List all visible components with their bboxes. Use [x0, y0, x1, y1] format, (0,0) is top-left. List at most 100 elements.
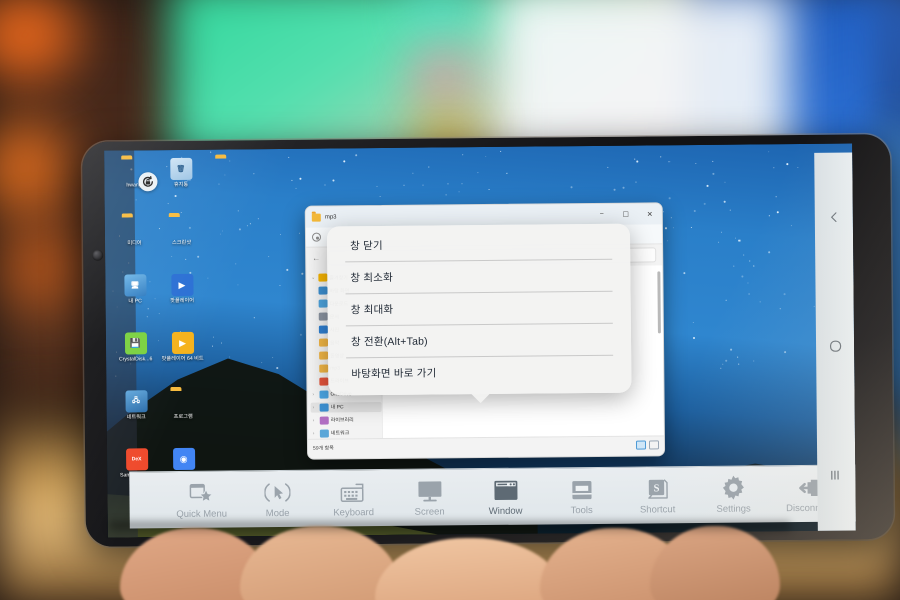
icon-glyph: ▶ [169, 274, 195, 296]
sidebar-item-icon [319, 403, 328, 411]
popup-menu-item-1[interactable]: 창 최소화 [327, 260, 630, 294]
back-arrow-icon[interactable]: ← [312, 254, 320, 263]
popup-menu-item-label: 바탕화면 바로 가기 [351, 365, 436, 381]
phone-side-button[interactable] [92, 250, 103, 261]
icon-glyph: 🗑 [168, 158, 194, 180]
sidebar-item-icon [319, 365, 328, 373]
sidebar-item-icon [319, 378, 328, 386]
cursor-mode-icon [264, 479, 290, 504]
icon-glyph [168, 216, 194, 238]
sidebar-item-icon [318, 313, 327, 321]
popup-menu-item-label: 창 전환(Alt+Tab) [351, 334, 428, 350]
close-button[interactable]: ✕ [640, 204, 660, 224]
explorer-title: mp3 [325, 214, 337, 220]
tiles-view-button[interactable] [649, 440, 659, 449]
android-navigation-bar[interactable] [814, 152, 856, 537]
desktop-icon-label: 팟플레이어 64 비트 [160, 356, 206, 363]
popup-menu-item-2[interactable]: 창 최대화 [328, 292, 631, 326]
sidebar-item-icon [319, 390, 328, 398]
home-circle-icon[interactable] [827, 339, 842, 354]
details-view-button[interactable] [636, 440, 646, 449]
dex-toolbar-label: Mode [266, 508, 290, 519]
s-key-icon: S [646, 475, 669, 500]
folder-tab-icon [312, 213, 321, 221]
sidebar-item-12[interactable]: › 네트워크 [311, 428, 382, 439]
sidebar-item-icon [318, 339, 327, 347]
phone-screen: hwang미디어🖥내 PC💾CrystalDisk...6🖧네트워크DeXSam… [104, 143, 856, 537]
desktop-icon-label: CrystalDisk...6 [113, 356, 159, 363]
svg-text:S: S [653, 483, 659, 494]
toolbox-icon [570, 476, 593, 501]
sidebar-item-icon [318, 274, 327, 282]
icon-glyph: ◉ [171, 448, 197, 470]
desktop-icon-label: 네트워크 [113, 414, 159, 421]
desktop-icon-프로그램[interactable]: 프로그램 [159, 388, 207, 446]
dex-toolbar-label: Window [489, 506, 523, 517]
sidebar-item-icon [319, 352, 328, 360]
dex-toolbar-item-keyboard[interactable]: Keyboard [315, 478, 391, 519]
dex-toolbar-label: Tools [570, 505, 592, 516]
desktop-icon-crystaldisk---6[interactable]: 💾 CrystalDisk...6 [112, 330, 160, 388]
dex-toolbar-item-quick-menu[interactable]: Quick Menu [163, 479, 239, 520]
popup-menu-item-0[interactable]: 창 닫기 [327, 228, 630, 262]
explorer-statusbar: 59개 항목 [308, 435, 664, 456]
icon-glyph: 🖧 [123, 390, 149, 412]
dex-toolbar-item-mode[interactable]: Mode [239, 479, 315, 520]
icon-glyph [121, 216, 147, 238]
icon-glyph: ▶ [169, 332, 195, 354]
desktop-icon-label: 팟플레이어 [159, 298, 205, 305]
maximize-button[interactable]: ☐ [616, 204, 636, 224]
window-star-icon [189, 480, 213, 505]
dex-toolbar-label: Keyboard [333, 507, 374, 518]
popup-menu-item-4[interactable]: 바탕화면 바로 가기 [328, 356, 631, 390]
popup-pointer-tail [470, 393, 490, 403]
icon-glyph: 💾 [122, 332, 148, 354]
expand-chevron-icon[interactable]: ⌄ [311, 275, 315, 281]
sidebar-item-11[interactable]: › 라이브러리 [311, 415, 382, 426]
smartphone-device: hwang미디어🖥내 PC💾CrystalDisk...6🖧네트워크DeXSam… [82, 134, 894, 547]
expand-chevron-icon[interactable]: › [313, 431, 317, 436]
dex-toolbar-item-tools[interactable]: Tools [543, 476, 619, 517]
desktop-icon-item12[interactable] [204, 155, 252, 213]
back-chevron-icon[interactable] [827, 210, 840, 223]
sidebar-item-icon [318, 287, 327, 295]
desktop-icon-팟플레이어[interactable]: ▶ 팟플레이어 [158, 272, 206, 330]
desktop-icon-grid: hwang미디어🖥내 PC💾CrystalDisk...6🖧네트워크DeXSam… [110, 156, 209, 517]
expand-chevron-icon[interactable]: › [312, 392, 316, 397]
desktop-icon-네트워크[interactable]: 🖧 네트워크 [112, 388, 160, 446]
icon-glyph [215, 157, 241, 179]
desktop-icon-미디어[interactable]: 미디어 [111, 214, 159, 272]
sidebar-item-icon [319, 429, 328, 437]
popup-menu-item-label: 창 최소화 [350, 270, 393, 285]
rotation-lock-icon[interactable] [138, 172, 157, 191]
dex-toolbar-item-window[interactable]: Window [467, 476, 543, 517]
sidebar-item-label: 네트워크 [331, 430, 349, 437]
keyboard-icon [340, 478, 366, 503]
dex-toolbar-label: Settings [716, 503, 750, 514]
expand-chevron-icon[interactable]: › [313, 418, 317, 423]
desktop-icon-스크린샷[interactable]: 스크린샷 [158, 214, 206, 272]
minimize-button[interactable]: − [592, 204, 612, 224]
sidebar-item-label: 내 PC [331, 404, 344, 411]
popup-menu-item-3[interactable]: 창 전환(Alt+Tab) [328, 324, 631, 358]
sidebar-item-label: 라이브러리 [331, 417, 354, 424]
dex-toolbar-item-screen[interactable]: Screen [391, 477, 467, 518]
recents-bars-icon[interactable] [829, 469, 844, 482]
desktop-icon-label: 미디어 [112, 240, 158, 247]
desktop-icon-내-pc[interactable]: 🖥 내 PC [111, 272, 159, 330]
dex-toolbar-item-settings[interactable]: Settings [695, 474, 771, 515]
dex-toolbar-item-shortcut[interactable]: S Shortcut [619, 475, 695, 516]
desktop-icon-팟플레이어-64-비트[interactable]: ▶ 팟플레이어 64 비트 [159, 330, 207, 388]
desktop-icon-휴지통[interactable]: 🗑 휴지통 [157, 156, 205, 214]
wallpaper-stars [104, 143, 852, 150]
sidebar-item-10[interactable]: › 내 PC [311, 402, 382, 413]
explorer-scrollbar[interactable] [657, 271, 661, 333]
sidebar-item-icon [318, 326, 327, 334]
new-item-icon[interactable] [312, 233, 321, 242]
expand-chevron-icon[interactable]: › [313, 405, 317, 410]
icon-glyph: 🖥 [122, 274, 148, 296]
window-popup-menu[interactable]: 창 닫기창 최소화창 최대화창 전환(Alt+Tab) 바탕화면 바로 가기 [327, 224, 632, 396]
sidebar-item-icon [319, 416, 328, 424]
dex-bottom-toolbar[interactable]: Quick Menu Mode Keyboard Screen Window Tools S… [129, 464, 856, 528]
gear-icon [721, 475, 745, 500]
